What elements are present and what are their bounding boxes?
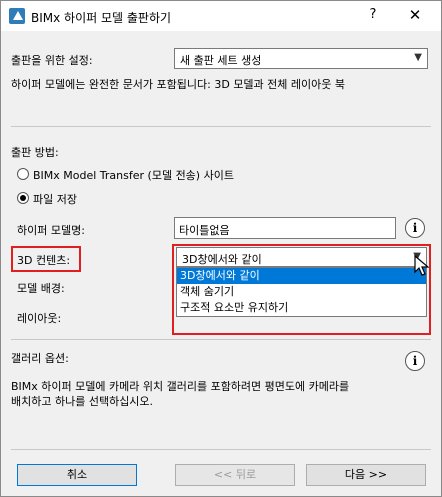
- model-background-label: 모델 배경:: [17, 282, 65, 295]
- cancel-button[interactable]: 취소: [17, 464, 137, 486]
- radio-save-file[interactable]: [17, 192, 29, 204]
- dropdown-option[interactable]: 객체 숨기기: [177, 284, 426, 300]
- window-title: BIMx 하이퍼 모델 출판하기: [31, 11, 172, 25]
- publish-settings-label: 출판을 위한 설정:: [11, 54, 93, 67]
- model-name-value: 타이틀없음: [179, 224, 230, 237]
- gallery-text-line1: BIMx 하이퍼 모델에 카메라 위치 갤러리를 포함하려면 평면도에 카메라를: [11, 380, 350, 393]
- radio-save-file-label[interactable]: 파일 저장: [33, 191, 77, 207]
- content-3d-value: 3D창에서와 같이: [182, 253, 262, 266]
- archicad-app-icon: [9, 8, 25, 24]
- help-button[interactable]: ?: [365, 7, 381, 25]
- content-3d-dropdown-list: 3D창에서와 같이 객체 숨기기 구조적 요소만 유지하기: [176, 267, 427, 317]
- title-bar: BIMx 하이퍼 모델 출판하기 ? ✕: [1, 1, 441, 31]
- info-icon[interactable]: i: [405, 351, 425, 371]
- method-label: 출판 방법:: [11, 146, 59, 159]
- next-button[interactable]: 다음 >>: [306, 464, 426, 486]
- content-3d-label: 3D 컨텐츠:: [17, 254, 71, 267]
- back-button[interactable]: << 뒤로: [175, 464, 295, 486]
- radio-bimx-transfer-label[interactable]: BIMx Model Transfer (모델 전송) 사이트: [33, 167, 234, 183]
- dropdown-option[interactable]: 3D창에서와 같이: [177, 268, 426, 284]
- dropdown-option[interactable]: 구조적 요소만 유지하기: [177, 300, 426, 316]
- publish-settings-combo[interactable]: 새 출판 세트 생성 ▼: [174, 48, 428, 69]
- radio-bimx-transfer[interactable]: [17, 168, 29, 180]
- model-name-label: 하이퍼 모델명:: [17, 224, 85, 237]
- publish-settings-value: 새 출판 세트 생성: [180, 54, 262, 67]
- info-icon[interactable]: i: [405, 218, 425, 238]
- divider: [11, 126, 431, 127]
- gallery-label: 갤러리 옵션:: [11, 352, 69, 365]
- model-name-field[interactable]: 타이틀없음: [174, 217, 396, 239]
- divider: [11, 339, 431, 340]
- divider: [11, 449, 431, 450]
- content-3d-combo[interactable]: 3D창에서와 같이 ▼: [176, 247, 427, 267]
- chevron-down-icon: ▼: [414, 52, 422, 63]
- gallery-text-line2: 배치하고 하나를 선택하십시오.: [11, 395, 154, 408]
- layout-label: 레이아웃:: [17, 312, 62, 325]
- description-text: 하이퍼 모델에는 완전한 문서가 포함됩니다: 3D 모델과 전체 레이아웃 북: [11, 78, 346, 91]
- publish-dialog: BIMx 하이퍼 모델 출판하기 ? ✕ 출판을 위한 설정: 새 출판 세트 …: [0, 0, 442, 497]
- mouse-pointer-icon: [414, 255, 430, 276]
- close-button[interactable]: ✕: [406, 6, 424, 24]
